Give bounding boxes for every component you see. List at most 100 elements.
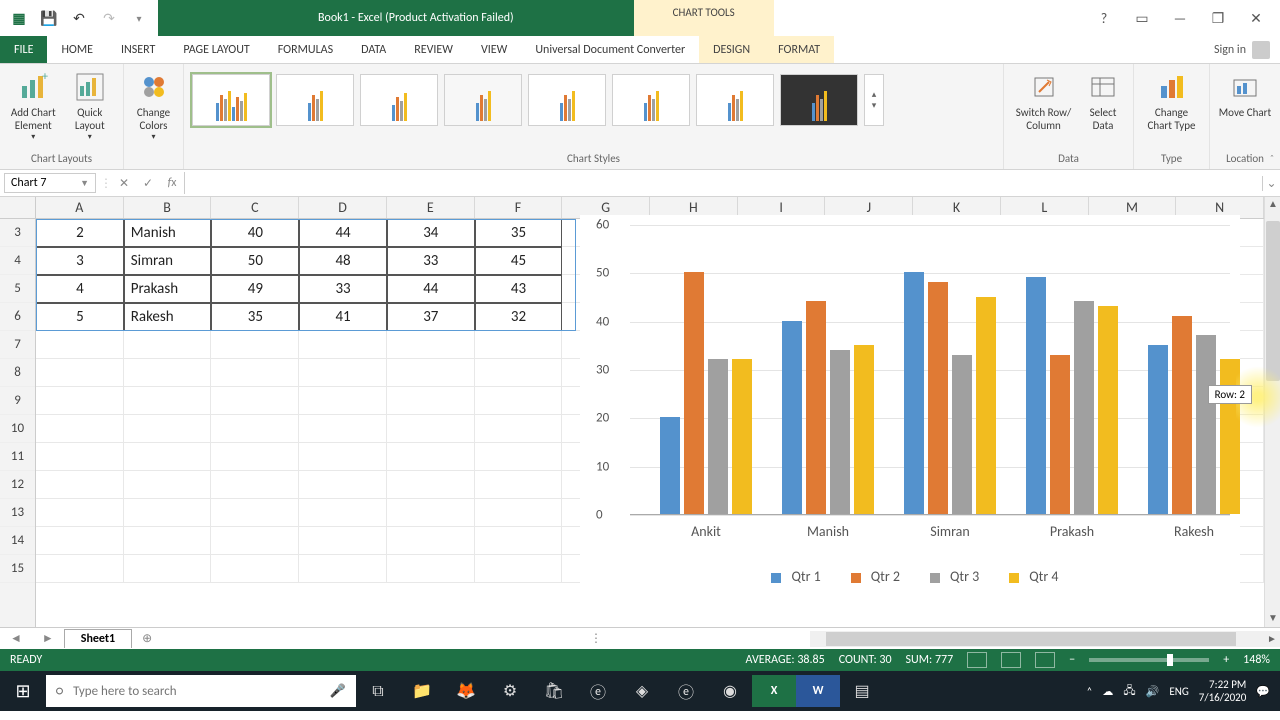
tab-home[interactable]: HOME bbox=[47, 36, 107, 63]
cell[interactable]: Simran bbox=[124, 247, 212, 275]
add-chart-element-button[interactable]: + Add Chart Element▾ bbox=[8, 68, 59, 142]
close-button[interactable]: ✕ bbox=[1246, 10, 1266, 27]
cell[interactable]: 41 bbox=[299, 303, 387, 331]
row-header[interactable]: 13 bbox=[0, 499, 35, 527]
cell[interactable] bbox=[387, 443, 475, 471]
cell[interactable] bbox=[387, 499, 475, 527]
cell[interactable]: 44 bbox=[299, 219, 387, 247]
app-icon-1[interactable]: ◈ bbox=[620, 681, 664, 701]
move-chart-button[interactable]: Move Chart bbox=[1218, 68, 1272, 119]
chart-legend[interactable]: Qtr 1Qtr 2Qtr 3Qtr 4 bbox=[580, 568, 1240, 585]
cell[interactable] bbox=[124, 359, 212, 387]
scroll-right-icon[interactable]: ► bbox=[1264, 632, 1280, 645]
cell[interactable] bbox=[475, 415, 563, 443]
cell[interactable] bbox=[475, 527, 563, 555]
tab-view[interactable]: VIEW bbox=[467, 36, 521, 63]
row-header[interactable]: 11 bbox=[0, 443, 35, 471]
change-chart-type-button[interactable]: Change Chart Type bbox=[1142, 68, 1201, 132]
page-break-view-button[interactable] bbox=[1035, 652, 1055, 668]
sheet-nav-next-icon[interactable]: ► bbox=[32, 631, 64, 646]
column-header[interactable]: E bbox=[387, 197, 475, 218]
cell[interactable] bbox=[299, 443, 387, 471]
cell[interactable]: 4 bbox=[36, 275, 124, 303]
horizontal-scrollbar[interactable]: ⋮ ◄ ► bbox=[810, 631, 1280, 647]
store-icon[interactable]: 🛍 bbox=[532, 681, 576, 701]
edge-icon[interactable]: ⓔ bbox=[664, 679, 708, 703]
settings-icon[interactable]: ⚙ bbox=[488, 681, 532, 701]
excel-taskbar-icon[interactable]: X bbox=[752, 675, 796, 707]
chart-style-5[interactable] bbox=[528, 74, 606, 126]
cell[interactable]: 50 bbox=[211, 247, 299, 275]
mic-icon[interactable]: 🎤 bbox=[330, 684, 346, 699]
column-header[interactable]: B bbox=[124, 197, 212, 218]
cell[interactable] bbox=[36, 555, 124, 583]
cell[interactable] bbox=[475, 387, 563, 415]
app-icon-2[interactable]: ▤ bbox=[840, 681, 884, 701]
cell[interactable] bbox=[211, 555, 299, 583]
cell[interactable] bbox=[36, 499, 124, 527]
select-all-corner[interactable] bbox=[0, 197, 36, 219]
tab-data[interactable]: DATA bbox=[347, 36, 400, 63]
cell[interactable] bbox=[211, 331, 299, 359]
word-taskbar-icon[interactable]: W bbox=[796, 675, 840, 707]
cell[interactable]: 35 bbox=[211, 303, 299, 331]
cell[interactable]: 44 bbox=[387, 275, 475, 303]
network-icon[interactable]: 🖧 bbox=[1123, 682, 1135, 701]
row-header[interactable]: 8 bbox=[0, 359, 35, 387]
row-header[interactable]: 3 bbox=[0, 219, 35, 247]
cell[interactable]: 37 bbox=[387, 303, 475, 331]
cell[interactable] bbox=[211, 499, 299, 527]
notifications-icon[interactable]: 💬 bbox=[1256, 685, 1270, 698]
expand-formula-bar-icon[interactable]: ⌄ bbox=[1262, 176, 1280, 191]
search-input[interactable] bbox=[73, 684, 320, 699]
cell[interactable] bbox=[124, 331, 212, 359]
cell[interactable] bbox=[299, 527, 387, 555]
formula-input[interactable] bbox=[184, 172, 1262, 194]
qat-customize-icon[interactable]: ▾ bbox=[130, 12, 148, 25]
tab-udc[interactable]: Universal Document Converter bbox=[521, 36, 699, 63]
row-header[interactable]: 7 bbox=[0, 331, 35, 359]
cell[interactable] bbox=[387, 415, 475, 443]
cell[interactable]: 43 bbox=[475, 275, 563, 303]
cell[interactable] bbox=[299, 415, 387, 443]
cell[interactable] bbox=[124, 555, 212, 583]
cell[interactable]: 33 bbox=[387, 247, 475, 275]
chart-plot-area[interactable]: 0102030405060AnkitManishSimranPrakashRak… bbox=[630, 225, 1230, 515]
tray-expand-icon[interactable]: ˄ bbox=[1086, 685, 1092, 698]
normal-view-button[interactable] bbox=[967, 652, 987, 668]
cell[interactable]: 33 bbox=[299, 275, 387, 303]
column-header[interactable]: F bbox=[475, 197, 563, 218]
column-header[interactable]: D bbox=[299, 197, 387, 218]
row-header[interactable]: 15 bbox=[0, 555, 35, 583]
file-explorer-icon[interactable]: 📁 bbox=[400, 681, 444, 701]
cell[interactable] bbox=[387, 471, 475, 499]
tab-review[interactable]: REVIEW bbox=[400, 36, 467, 63]
zoom-slider[interactable] bbox=[1089, 658, 1209, 662]
cancel-formula-icon[interactable]: ✕ bbox=[112, 176, 136, 191]
cell[interactable] bbox=[211, 527, 299, 555]
cell[interactable]: Prakash bbox=[124, 275, 212, 303]
column-header[interactable]: C bbox=[211, 197, 299, 218]
worksheet-area[interactable]: ABCDEFGHIJKLMN 3456789101112131415 2Mani… bbox=[0, 197, 1280, 627]
cell[interactable] bbox=[211, 443, 299, 471]
sheet-nav-prev-icon[interactable]: ◄ bbox=[0, 631, 32, 646]
switch-row-column-button[interactable]: Switch Row/ Column bbox=[1012, 68, 1075, 132]
vertical-scroll-thumb[interactable] bbox=[1266, 221, 1280, 381]
sheet-tab-sheet1[interactable]: Sheet1 bbox=[64, 629, 132, 648]
cell[interactable] bbox=[36, 387, 124, 415]
cell[interactable] bbox=[124, 471, 212, 499]
cell[interactable] bbox=[475, 555, 563, 583]
chrome-icon[interactable]: ◉ bbox=[708, 681, 752, 701]
tab-file[interactable]: FILE bbox=[0, 36, 47, 63]
cell[interactable] bbox=[124, 387, 212, 415]
tab-formulas[interactable]: FORMULAS bbox=[264, 36, 347, 63]
row-header[interactable]: 9 bbox=[0, 387, 35, 415]
cell[interactable] bbox=[299, 555, 387, 583]
cell[interactable] bbox=[211, 415, 299, 443]
undo-icon[interactable]: ↶ bbox=[70, 10, 88, 27]
tab-insert[interactable]: INSERT bbox=[107, 36, 169, 63]
cell[interactable]: 5 bbox=[36, 303, 124, 331]
row-header[interactable]: 14 bbox=[0, 527, 35, 555]
cell[interactable] bbox=[124, 415, 212, 443]
new-sheet-button[interactable]: ⊕ bbox=[132, 631, 162, 646]
